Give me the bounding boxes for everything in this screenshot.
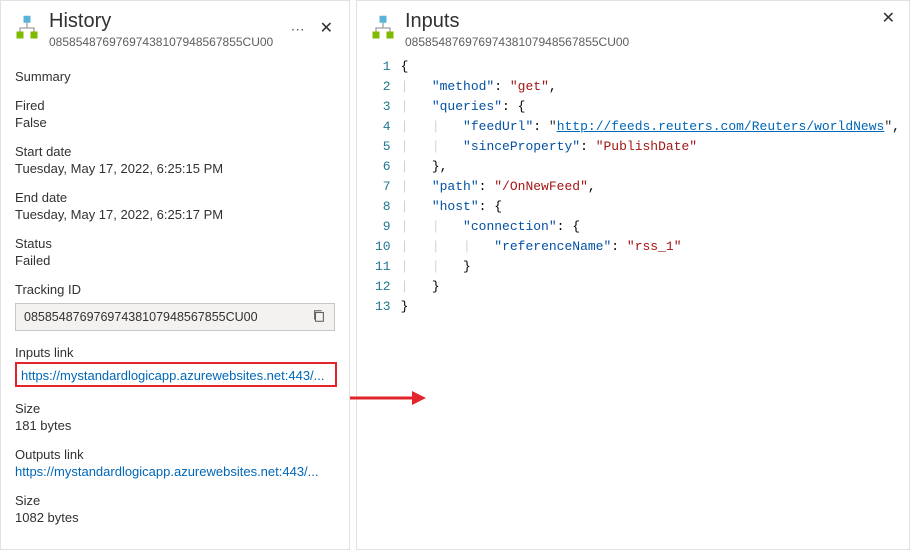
outputs-link[interactable]: https://mystandardlogicapp.azurewebsites… <box>15 464 335 479</box>
editor-gutter: 12345678910111213 <box>357 57 401 549</box>
summary-label: Summary <box>15 69 335 84</box>
inputs-link[interactable]: https://mystandardlogicapp.azurewebsites… <box>21 368 331 383</box>
history-title: History <box>49 9 291 33</box>
end-date-value: Tuesday, May 17, 2022, 6:25:17 PM <box>15 207 335 222</box>
inputs-link-label: Inputs link <box>15 345 335 360</box>
start-date-value: Tuesday, May 17, 2022, 6:25:15 PM <box>15 161 335 176</box>
more-icon[interactable]: ⋯ <box>291 21 306 38</box>
outputs-size-value: 1082 bytes <box>15 510 335 525</box>
outputs-link-label: Outputs link <box>15 447 335 462</box>
inputs-panel: Inputs 08585487697697438107948567855CU00… <box>356 0 910 550</box>
tracking-id-label: Tracking ID <box>15 282 335 297</box>
logic-app-icon <box>369 14 397 45</box>
status-label: Status <box>15 236 335 251</box>
json-editor[interactable]: 12345678910111213 {| "method": "get",| "… <box>357 53 909 549</box>
history-body: Summary Fired False Start date Tuesday, … <box>1 53 349 539</box>
status-value: Failed <box>15 253 335 268</box>
copy-icon[interactable] <box>310 307 328 328</box>
inputs-link-highlight: https://mystandardlogicapp.azurewebsites… <box>15 362 337 387</box>
logic-app-icon <box>13 14 41 45</box>
history-header: History 08585487697697438107948567855CU0… <box>1 1 349 53</box>
tracking-id-field: 08585487697697438107948567855CU00 <box>15 303 335 331</box>
inputs-title: Inputs <box>405 9 897 33</box>
inputs-size-label: Size <box>15 401 335 416</box>
fired-value: False <box>15 115 335 130</box>
start-date-label: Start date <box>15 144 335 159</box>
outputs-size-label: Size <box>15 493 335 508</box>
inputs-header: Inputs 08585487697697438107948567855CU00… <box>357 1 909 53</box>
history-panel: History 08585487697697438107948567855CU0… <box>0 0 350 550</box>
editor-code[interactable]: {| "method": "get",| "queries": {| | "fe… <box>401 57 909 549</box>
close-inputs-button[interactable]: ✕ <box>878 9 899 29</box>
history-id: 08585487697697438107948567855CU00 <box>49 35 291 49</box>
inputs-id: 08585487697697438107948567855CU00 <box>405 35 897 49</box>
end-date-label: End date <box>15 190 335 205</box>
fired-label: Fired <box>15 98 335 113</box>
inputs-size-value: 181 bytes <box>15 418 335 433</box>
tracking-id-value: 08585487697697438107948567855CU00 <box>24 310 310 324</box>
close-history-button[interactable]: ✕ <box>316 19 337 39</box>
